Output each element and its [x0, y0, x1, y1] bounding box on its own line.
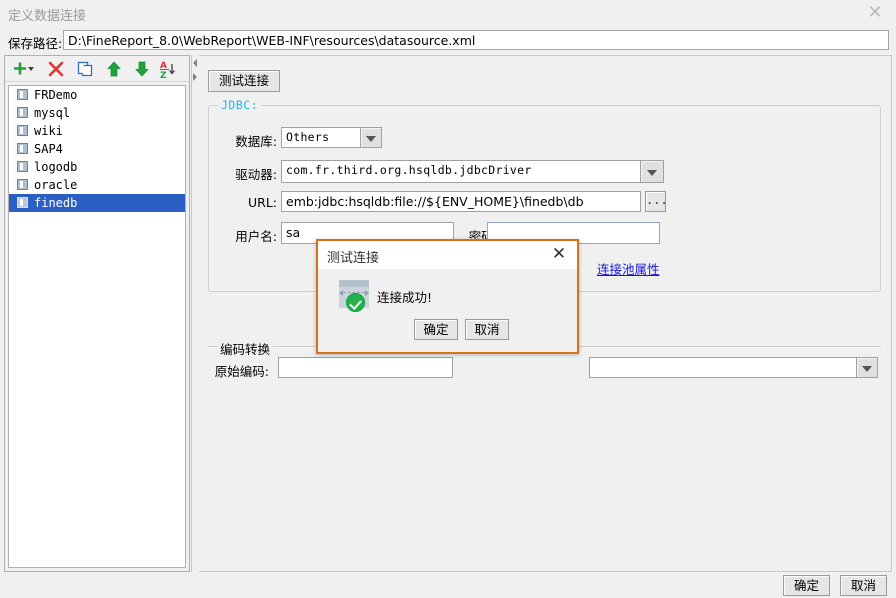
url-input[interactable]: emb:jdbc:hsqldb:file://${ENV_HOME}\fined…: [281, 191, 641, 212]
dialog-close-icon[interactable]: ✕: [549, 244, 569, 264]
username-value: sa: [286, 225, 301, 240]
chevron-down-icon: [862, 365, 872, 372]
database-icon: [17, 143, 28, 154]
ok-button[interactable]: 确定: [783, 575, 830, 596]
target-encoding-input[interactable]: [589, 357, 857, 378]
list-item-label: logodb: [34, 160, 78, 174]
driver-value: com.fr.third.org.hsqldb.jdbcDriver: [286, 163, 532, 177]
cancel-button[interactable]: 取消: [840, 575, 887, 596]
database-icon: [17, 197, 28, 208]
svg-text:Z: Z: [160, 71, 167, 79]
database-label: 数据库:: [235, 134, 277, 149]
window-footer: 确定 取消: [0, 572, 896, 598]
url-label: URL:: [247, 195, 277, 210]
window-title: 定义数据连接: [8, 9, 87, 24]
username-label: 用户名:: [235, 229, 277, 244]
list-item-label: oracle: [34, 178, 78, 192]
delete-connection-button[interactable]: [45, 59, 69, 79]
save-path-label: 保存路径:: [8, 36, 63, 51]
move-up-button[interactable]: [105, 59, 129, 79]
dialog-title-bar: 测试连接 ✕: [318, 241, 577, 269]
window-close-icon[interactable]: ✕: [862, 3, 888, 23]
driver-input[interactable]: com.fr.third.org.hsqldb.jdbcDriver: [281, 160, 641, 183]
target-encoding-dropdown-button[interactable]: [856, 357, 878, 378]
encoding-group-label: 编码转换: [217, 339, 274, 358]
copy-connection-icon[interactable]: [75, 59, 99, 79]
dialog-title: 测试连接: [327, 251, 380, 266]
driver-dropdown-button[interactable]: [640, 160, 664, 183]
source-encoding-input[interactable]: [278, 357, 453, 378]
chevron-down-icon: [366, 135, 376, 142]
url-value: emb:jdbc:hsqldb:file://${ENV_HOME}\fined…: [286, 194, 584, 209]
database-icon: [17, 89, 28, 100]
connection-list-panel: A Z FRDemo mysql wiki SAP4 logodb oracle…: [4, 55, 190, 572]
list-item[interactable]: logodb: [9, 158, 185, 176]
jdbc-group-label: JDBC:: [218, 98, 262, 112]
list-item[interactable]: mysql: [9, 104, 185, 122]
move-down-button[interactable]: [133, 59, 157, 79]
panel-splitter[interactable]: [191, 55, 199, 572]
dialog-cancel-button[interactable]: 取消: [465, 319, 509, 340]
dialog-message: 连接成功!: [377, 290, 433, 305]
define-data-connection-window: 定义数据连接 ✕ 保存路径: D:\FineReport_8.0\WebRepo…: [0, 0, 896, 598]
list-item-selected[interactable]: finedb: [9, 194, 185, 212]
window-title-bar: 定义数据连接 ✕: [0, 0, 896, 26]
collapse-left-icon[interactable]: [193, 59, 197, 67]
connection-list[interactable]: FRDemo mysql wiki SAP4 logodb oracle fin…: [8, 85, 186, 568]
driver-label: 驱动器:: [235, 167, 277, 182]
list-item-label: finedb: [34, 196, 78, 210]
database-select-value[interactable]: Others: [281, 127, 361, 148]
list-item[interactable]: wiki: [9, 122, 185, 140]
database-icon: [17, 179, 28, 190]
save-path-value: D:\FineReport_8.0\WebReport\WEB-INF\reso…: [68, 33, 476, 48]
list-item[interactable]: FRDemo: [9, 86, 185, 104]
database-dropdown-button[interactable]: [360, 127, 382, 148]
list-item-label: mysql: [34, 106, 71, 120]
save-path-input[interactable]: D:\FineReport_8.0\WebReport\WEB-INF\reso…: [63, 30, 889, 50]
save-path-row: 保存路径: D:\FineReport_8.0\WebReport\WEB-IN…: [0, 30, 896, 52]
expand-right-icon[interactable]: [193, 73, 197, 81]
dialog-ok-button[interactable]: 确定: [414, 319, 458, 340]
database-value: Others: [286, 130, 330, 144]
list-item-label: FRDemo: [34, 88, 78, 102]
success-icon: [339, 280, 369, 312]
sort-az-button[interactable]: A Z: [159, 59, 183, 81]
database-icon: [17, 125, 28, 136]
test-connection-button[interactable]: 测试连接: [208, 70, 280, 92]
list-item[interactable]: SAP4: [9, 140, 185, 158]
database-icon: [17, 161, 28, 172]
test-connection-dialog: 测试连接 ✕ 连接成功! 确定 取消: [316, 239, 579, 354]
url-browse-button[interactable]: ...: [645, 191, 668, 212]
add-connection-button[interactable]: [11, 59, 35, 79]
connection-pool-properties-link[interactable]: 连接池属性: [597, 259, 660, 278]
chevron-down-icon: [647, 169, 657, 176]
list-toolbar: A Z: [5, 56, 189, 82]
list-item-label: SAP4: [34, 142, 63, 156]
database-icon: [17, 107, 28, 118]
dialog-body: 连接成功! 确定 取消: [318, 269, 577, 352]
list-item-label: wiki: [34, 124, 63, 138]
list-item[interactable]: oracle: [9, 176, 185, 194]
source-encoding-label: 原始编码:: [214, 364, 269, 379]
